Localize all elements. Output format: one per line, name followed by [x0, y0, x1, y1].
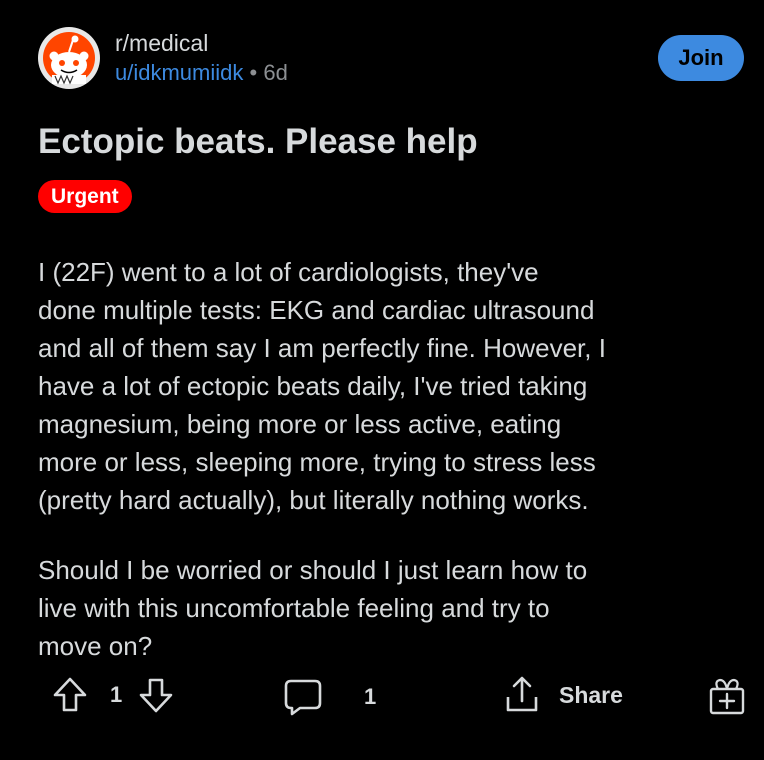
post-meta: r/medical u/idkmumiidk • 6d: [115, 28, 288, 88]
join-button[interactable]: Join: [658, 35, 744, 81]
meta-separator: •: [249, 60, 258, 85]
post-body-paragraph: I (22F) went to a lot of cardiologists, …: [38, 257, 606, 515]
reddit-snoo-avatar-icon: [38, 27, 100, 89]
share-label: Share: [559, 681, 623, 708]
comment-count: 1: [364, 684, 377, 709]
post-body: I (22F) went to a lot of cardiologists, …: [38, 253, 738, 697]
post-header: r/medical u/idkmumiidk • 6d Join: [38, 27, 744, 91]
upvote-arrow-icon[interactable]: [52, 676, 88, 714]
author-line: u/idkmumiidk • 6d: [115, 58, 288, 88]
comment-bubble-icon: [283, 677, 323, 717]
share-button[interactable]: Share: [503, 675, 623, 715]
comment-button[interactable]: 1: [283, 677, 376, 717]
action-bar: 1 1 Share: [0, 672, 764, 722]
subreddit-avatar[interactable]: [38, 27, 100, 89]
downvote-arrow-icon[interactable]: [138, 676, 174, 714]
share-icon: [503, 675, 541, 715]
subreddit-name[interactable]: r/medical: [115, 28, 288, 58]
award-gift-icon: [708, 676, 746, 716]
flair-badge[interactable]: Urgent: [38, 180, 132, 213]
post-body-paragraph: Should I be worried or should I just lea…: [38, 555, 588, 661]
post-title: Ectopic beats. Please help: [38, 122, 478, 161]
vote-group: 1: [52, 676, 174, 714]
author-username[interactable]: u/idkmumiidk: [115, 60, 243, 85]
vote-count: 1: [110, 682, 123, 707]
post-age: 6d: [263, 60, 288, 85]
award-button[interactable]: [708, 676, 746, 716]
